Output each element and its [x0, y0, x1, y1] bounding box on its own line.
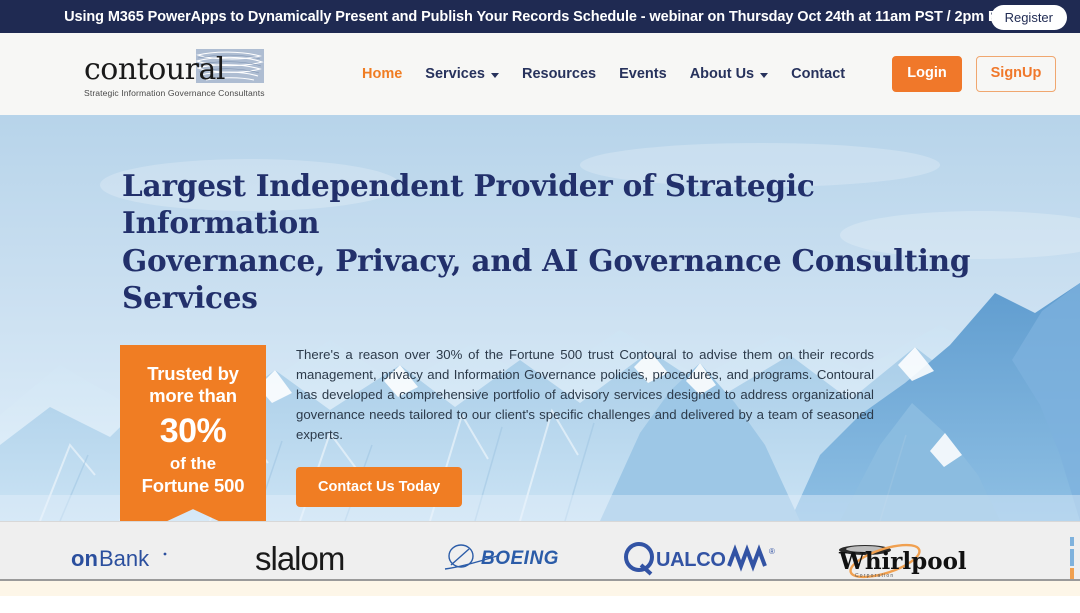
nav-label-contact: Contact	[791, 66, 846, 82]
nav-item-about-us[interactable]: About Us	[689, 66, 769, 82]
nav-item-services[interactable]: Services	[425, 66, 499, 82]
page-title: Largest Independent Provider of Strategi…	[122, 167, 982, 317]
main-navigation: Home Services Resources Events About Us …	[362, 66, 845, 82]
ribbon-line-4: Fortune 500	[141, 474, 245, 496]
hero-paragraph: There's a reason over 30% of the Fortune…	[296, 346, 874, 443]
ribbon-line-1: Trusted by	[147, 362, 239, 384]
ribbon-percent: 30%	[159, 411, 227, 450]
client-logo-carousel: on Bank slalom BOEING UALCO ® Whirlpool …	[0, 521, 1080, 596]
ribbon-line-2: more than	[149, 385, 237, 407]
nav-label-about-us: About Us	[689, 66, 755, 82]
ribbon-line-3: of the	[169, 454, 217, 474]
nav-label-events: Events	[619, 66, 667, 82]
hero-text-column: There's a reason over 30% of the Fortune…	[296, 345, 874, 521]
hero-body: Trusted by more than 30% of the Fortune …	[0, 344, 1080, 521]
client-logo-boeing[interactable]: BOEING	[434, 535, 604, 583]
nav-item-contact[interactable]: Contact	[791, 66, 845, 82]
client-logo-whirlpool[interactable]: Whirlpool Corporation	[816, 535, 976, 583]
login-button[interactable]: Login	[892, 56, 962, 92]
auth-buttons: Login SignUp	[892, 56, 1056, 92]
client-logo-slalom[interactable]: slalom	[246, 535, 406, 583]
svg-text:on: on	[71, 546, 98, 571]
hero-content: Largest Independent Provider of Strategi…	[0, 115, 1080, 521]
site-logo[interactable]: contoural Strategic Information Governan…	[84, 48, 265, 98]
svg-text:Bank: Bank	[99, 546, 150, 571]
logo-tagline: Strategic Information Governance Consult…	[84, 87, 265, 98]
announcement-banner: Using M365 PowerApps to Dynamically Pres…	[0, 0, 1080, 33]
register-button[interactable]: Register	[990, 5, 1067, 30]
nav-label-resources: Resources	[521, 66, 597, 82]
client-logo-next-partial[interactable]	[1052, 535, 1080, 583]
signup-button[interactable]: SignUp	[976, 56, 1056, 92]
svg-text:®: ®	[769, 547, 775, 556]
page-bottom-strip	[0, 579, 1080, 596]
client-logo-qualcomm[interactable]: UALCO ®	[618, 535, 788, 583]
svg-text:Whirlpool: Whirlpool	[838, 548, 967, 575]
announcement-text: Using M365 PowerApps to Dynamically Pres…	[64, 8, 1016, 25]
hero-title-line-2: Governance, Privacy, and AI Governance C…	[122, 242, 971, 316]
nav-label-services: Services	[425, 66, 485, 82]
client-logo-onbank[interactable]: on Bank	[58, 535, 208, 583]
contact-us-today-button[interactable]: Contact Us Today	[296, 467, 463, 508]
chevron-down-icon	[760, 73, 769, 78]
site-header: contoural Strategic Information Governan…	[0, 33, 1080, 115]
hero-title-line-1: Largest Independent Provider of Strategi…	[122, 168, 815, 241]
svg-text:UALCO: UALCO	[656, 549, 726, 571]
nav-label-home: Home	[362, 66, 403, 82]
nav-item-events[interactable]: Events	[619, 66, 667, 82]
logo-row: contoural	[84, 48, 264, 87]
trust-ribbon-badge: Trusted by more than 30% of the Fortune …	[120, 344, 266, 521]
chevron-down-icon	[490, 73, 499, 78]
svg-text:BOEING: BOEING	[481, 548, 559, 569]
logo-wordmark: contoural	[84, 51, 225, 87]
svg-text:slalom: slalom	[255, 540, 344, 577]
nav-item-resources[interactable]: Resources	[522, 66, 596, 82]
hero-section: Largest Independent Provider of Strategi…	[0, 115, 1080, 521]
nav-item-home[interactable]: Home	[362, 66, 402, 82]
